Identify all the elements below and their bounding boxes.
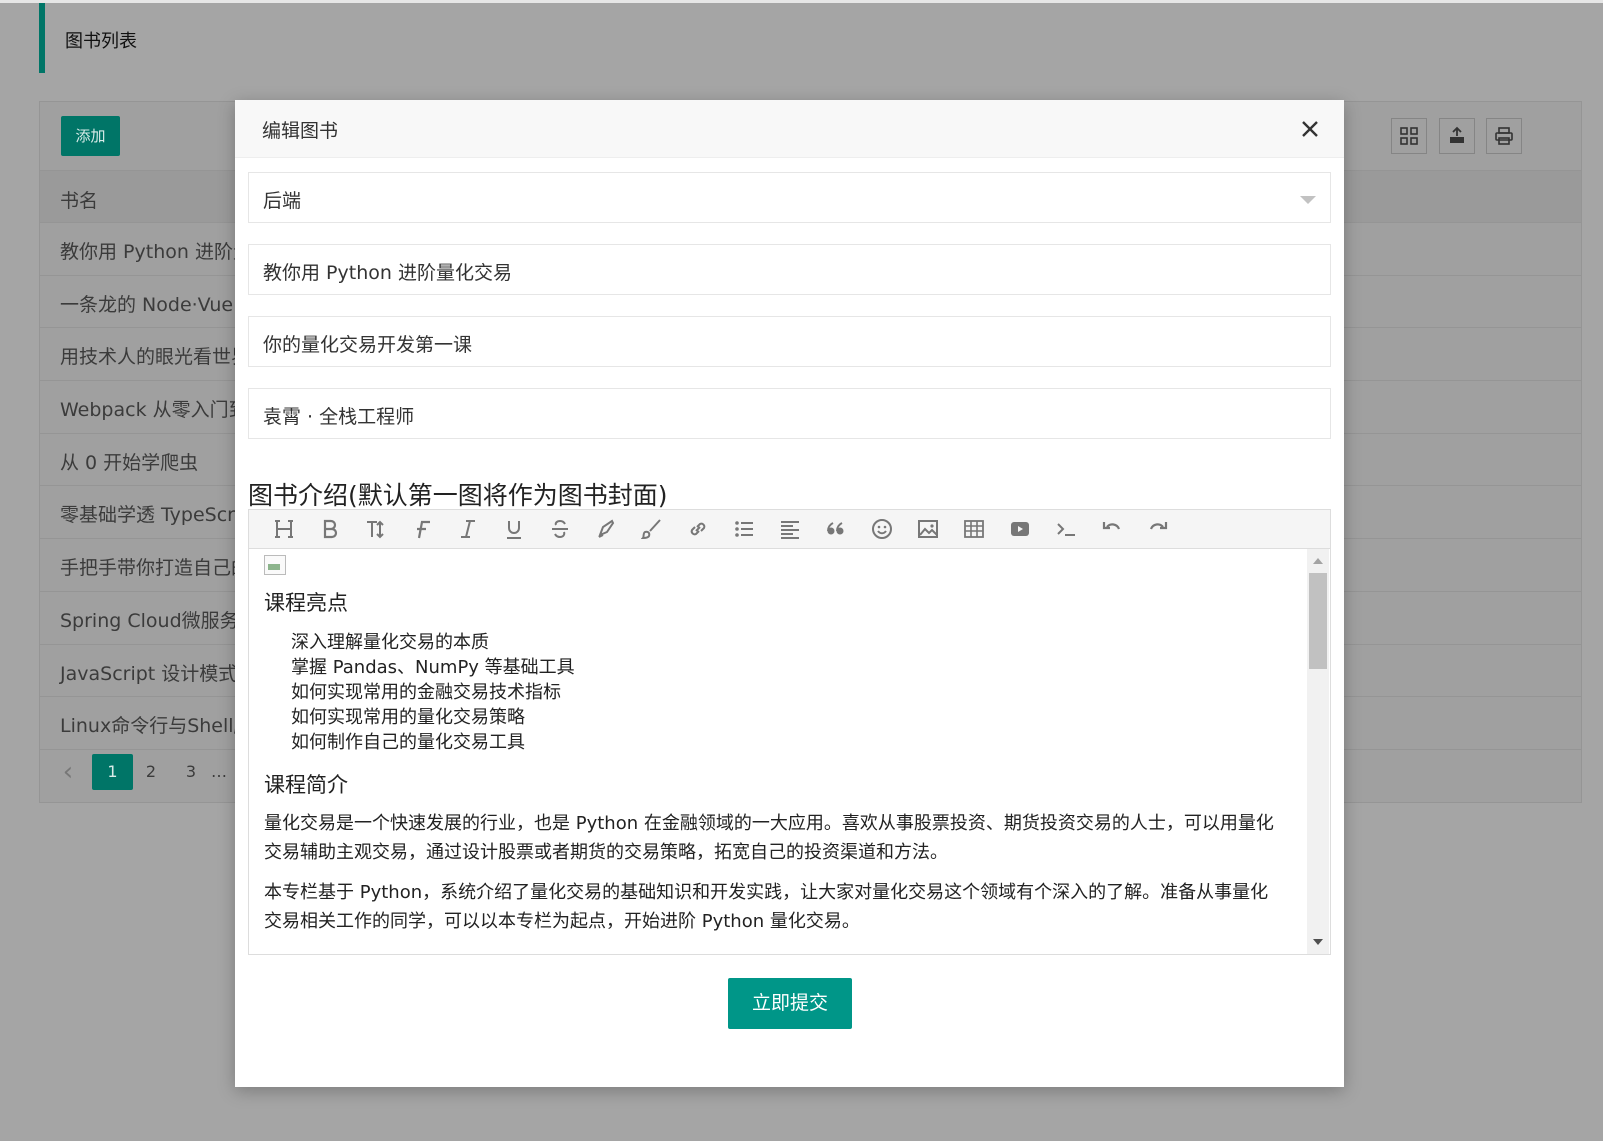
author-value: 袁霄 · 全栈工程师 bbox=[263, 406, 415, 428]
rich-text-editor[interactable]: 课程亮点 深入理解量化交易的本质 掌握 Pandas、NumPy 等基础工具 如… bbox=[248, 509, 1331, 955]
cell-book-name: 用技术人的眼光看世界 bbox=[60, 346, 251, 369]
export-button[interactable] bbox=[1439, 118, 1475, 154]
list-item: 掌握 Pandas、NumPy 等基础工具 bbox=[291, 657, 575, 678]
subtitle-input[interactable]: 你的量化交易开发第一课 bbox=[248, 316, 1331, 367]
list-item: 深入理解量化交易的本质 bbox=[291, 632, 489, 653]
editor-scrollbar[interactable] bbox=[1307, 549, 1329, 954]
pager-prev-icon[interactable]: ‹ bbox=[58, 754, 78, 790]
brush-icon[interactable] bbox=[629, 514, 675, 544]
strikethrough-icon[interactable] bbox=[537, 514, 583, 544]
category-value: 后端 bbox=[263, 190, 302, 212]
scrollbar-thumb[interactable] bbox=[1309, 573, 1327, 669]
font-icon[interactable] bbox=[399, 514, 445, 544]
list-item: 如何实现常用的金融交易技术指标 bbox=[291, 682, 561, 703]
list-item: 如何制作自己的量化交易工具 bbox=[291, 732, 525, 753]
column-book-name: 书名 bbox=[60, 190, 99, 212]
columns-button[interactable] bbox=[1391, 118, 1427, 154]
grid-icon bbox=[1400, 127, 1418, 145]
cell-book-name: 一条龙的 Node·Vue·I bbox=[60, 293, 245, 316]
highlights-list: 深入理解量化交易的本质 掌握 Pandas、NumPy 等基础工具 如何实现常用… bbox=[291, 630, 575, 755]
highlight-icon[interactable] bbox=[583, 514, 629, 544]
close-icon[interactable] bbox=[1298, 117, 1322, 141]
cell-book-name: 教你用 Python 进阶量 bbox=[60, 241, 252, 263]
bold-icon[interactable] bbox=[307, 514, 353, 544]
code-icon[interactable] bbox=[1043, 514, 1089, 544]
image-icon[interactable] bbox=[905, 514, 951, 544]
author-input[interactable]: 袁霄 · 全栈工程师 bbox=[248, 388, 1331, 439]
scroll-down-icon[interactable] bbox=[1313, 939, 1323, 945]
emoji-icon[interactable] bbox=[859, 514, 905, 544]
content-heading-highlights: 课程亮点 bbox=[264, 591, 348, 615]
link-icon[interactable] bbox=[675, 514, 721, 544]
cell-book-name: 从 0 开始学爬虫 bbox=[60, 451, 199, 474]
subtitle-value: 你的量化交易开发第一课 bbox=[263, 334, 473, 356]
pager-ellipsis: … bbox=[211, 762, 227, 781]
page-title: 图书列表 bbox=[65, 31, 137, 52]
cell-book-name: JavaScript 设计模式精 bbox=[60, 662, 257, 685]
print-button[interactable] bbox=[1486, 118, 1522, 154]
intro-label: 图书介绍(默认第一图将作为图书封面) bbox=[248, 481, 668, 510]
quote-icon[interactable] bbox=[813, 514, 859, 544]
book-title-value: 教你用 Python 进阶量化交易 bbox=[263, 262, 512, 284]
redo-icon[interactable] bbox=[1135, 514, 1181, 544]
chevron-down-icon bbox=[1300, 196, 1316, 204]
editor-toolbar bbox=[249, 510, 1330, 549]
print-icon bbox=[1495, 127, 1513, 145]
cell-book-name: Spring Cloud微服务开 bbox=[60, 609, 258, 632]
content-heading-intro: 课程简介 bbox=[264, 773, 348, 797]
editor-content[interactable]: 课程亮点 深入理解量化交易的本质 掌握 Pandas、NumPy 等基础工具 如… bbox=[249, 549, 1309, 954]
book-title-input[interactable]: 教你用 Python 进阶量化交易 bbox=[248, 244, 1331, 295]
cell-book-name: Linux命令行与Shell脚 bbox=[60, 715, 253, 738]
add-button[interactable]: 添加 bbox=[61, 116, 120, 156]
category-select[interactable]: 后端 bbox=[248, 172, 1331, 223]
content-paragraph: 本专栏基于 Python，系统介绍了量化交易的基础知识和开发实践，让大家对量化交… bbox=[264, 882, 1269, 932]
pager-page-3[interactable]: 3 bbox=[180, 754, 202, 790]
align-icon[interactable] bbox=[767, 514, 813, 544]
broken-image-icon bbox=[264, 555, 286, 575]
pager-page-1[interactable]: 1 bbox=[92, 754, 133, 790]
page-header: 图书列表 bbox=[39, 3, 1582, 73]
table-icon[interactable] bbox=[951, 514, 997, 544]
underline-icon[interactable] bbox=[491, 514, 537, 544]
cell-book-name: 手把手带你打造自己的 bbox=[60, 557, 251, 580]
pager-page-2[interactable]: 2 bbox=[140, 754, 162, 790]
scroll-up-icon[interactable] bbox=[1313, 558, 1323, 564]
undo-icon[interactable] bbox=[1089, 514, 1135, 544]
modal-header: 编辑图书 bbox=[235, 100, 1344, 158]
edit-book-modal: 编辑图书 后端 教你用 Python 进阶量化交易 你的量化交易开发第一课 袁霄… bbox=[235, 100, 1344, 1087]
modal-title: 编辑图书 bbox=[262, 120, 339, 142]
video-icon[interactable] bbox=[997, 514, 1043, 544]
submit-button[interactable]: 立即提交 bbox=[728, 978, 852, 1029]
heading-icon[interactable] bbox=[261, 514, 307, 544]
italic-icon[interactable] bbox=[445, 514, 491, 544]
list-icon[interactable] bbox=[721, 514, 767, 544]
export-icon bbox=[1450, 126, 1464, 143]
list-item: 如何实现常用的量化交易策略 bbox=[291, 707, 525, 728]
cell-book-name: Webpack 从零入门到 bbox=[60, 399, 248, 422]
cell-book-name: 零基础学透 TypeScri bbox=[60, 504, 241, 527]
text-size-icon[interactable] bbox=[353, 514, 399, 544]
content-paragraph: 量化交易是一个快速发展的行业，也是 Python 在金融领域的一大应用。喜欢从事… bbox=[264, 813, 1274, 863]
